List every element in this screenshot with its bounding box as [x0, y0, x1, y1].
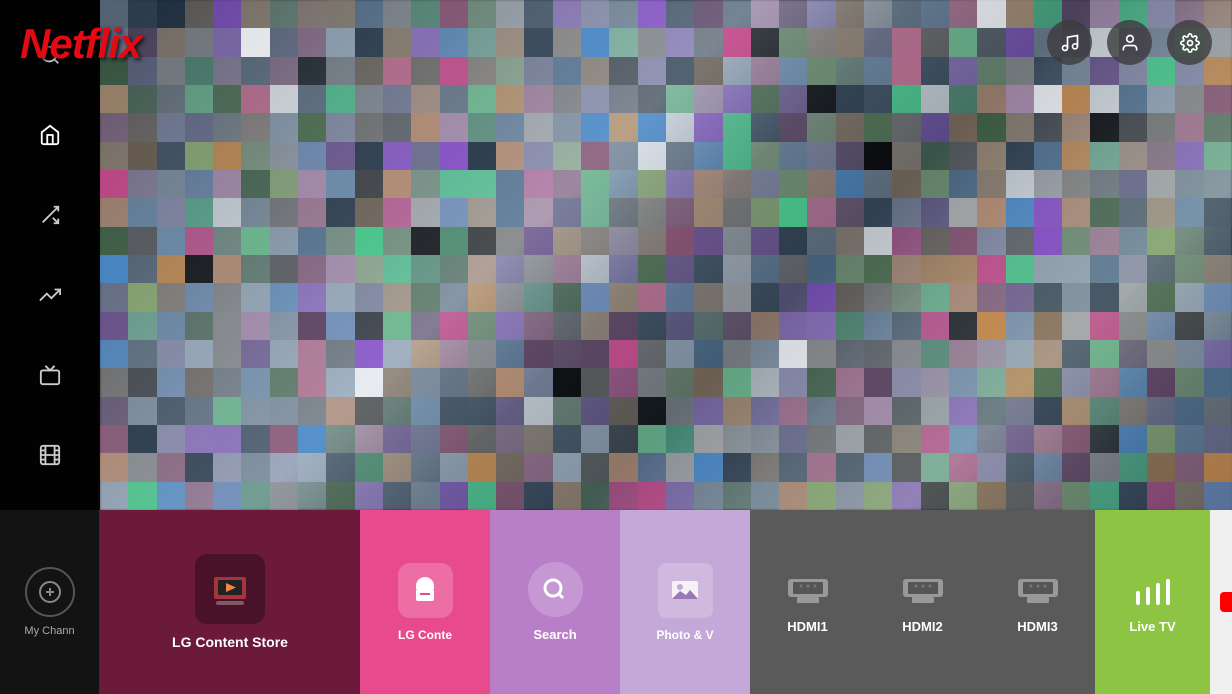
photo-icon — [658, 563, 713, 618]
taskbar-item-lg-content-store[interactable]: LG Content Store — [100, 510, 360, 694]
hdmi3-icon — [1010, 571, 1065, 611]
taskbar-item-photo[interactable]: Photo & V — [620, 510, 750, 694]
sidebar-icon-shuffle[interactable] — [30, 195, 70, 235]
youtube-logo: YouTube — [1220, 592, 1232, 612]
taskbar-item-hdmi3[interactable]: HDMI3 — [980, 510, 1095, 694]
hdmi2-label: HDMI2 — [902, 619, 942, 634]
lg-content2-icon — [398, 563, 453, 618]
sidebar-icon-trending[interactable] — [30, 275, 70, 315]
main-content-area — [0, 0, 1232, 510]
hdmi1-icon — [780, 571, 835, 611]
taskbar-item-livetv[interactable]: Live TV — [1095, 510, 1210, 694]
youtube-icon — [1220, 592, 1232, 612]
hdmi3-label: HDMI3 — [1017, 619, 1057, 634]
taskbar-item-youtube[interactable]: YouTube — [1210, 510, 1232, 694]
sidebar-icon-tv[interactable] — [30, 355, 70, 395]
sidebar-icon-home[interactable] — [30, 115, 70, 155]
lg-content2-label: LG Conte — [398, 628, 452, 642]
photo-label: Photo & V — [656, 628, 713, 642]
taskbar: My Chann LG Content Store LG Conte — [0, 510, 1232, 694]
music-button[interactable] — [1047, 20, 1092, 65]
settings-button[interactable] — [1167, 20, 1212, 65]
mychannel-icon — [25, 567, 75, 617]
taskbar-item-search[interactable]: Search — [490, 510, 620, 694]
taskbar-item-hdmi1[interactable]: HDMI1 — [750, 510, 865, 694]
top-right-icons — [1047, 20, 1212, 65]
sidebar-icon-movies[interactable] — [30, 435, 70, 475]
lg-content-store-icon — [195, 554, 265, 624]
search-label: Search — [533, 627, 576, 642]
mosaic-overlay — [100, 0, 1232, 510]
taskbar-item-mychannel[interactable]: My Chann — [0, 510, 100, 694]
hdmi2-icon — [895, 571, 950, 611]
lg-content-store-label: LG Content Store — [172, 634, 288, 650]
mychannel-label: My Chann — [24, 625, 74, 637]
search-icon — [528, 562, 583, 617]
taskbar-item-hdmi2[interactable]: HDMI2 — [865, 510, 980, 694]
taskbar-item-lg-content2[interactable]: LG Conte — [360, 510, 490, 694]
user-button[interactable] — [1107, 20, 1152, 65]
livetv-label: Live TV — [1129, 619, 1175, 634]
netflix-logo: Netflix — [20, 20, 141, 68]
hdmi1-label: HDMI1 — [787, 619, 827, 634]
livetv-icon — [1125, 571, 1180, 611]
left-sidebar — [0, 0, 100, 510]
